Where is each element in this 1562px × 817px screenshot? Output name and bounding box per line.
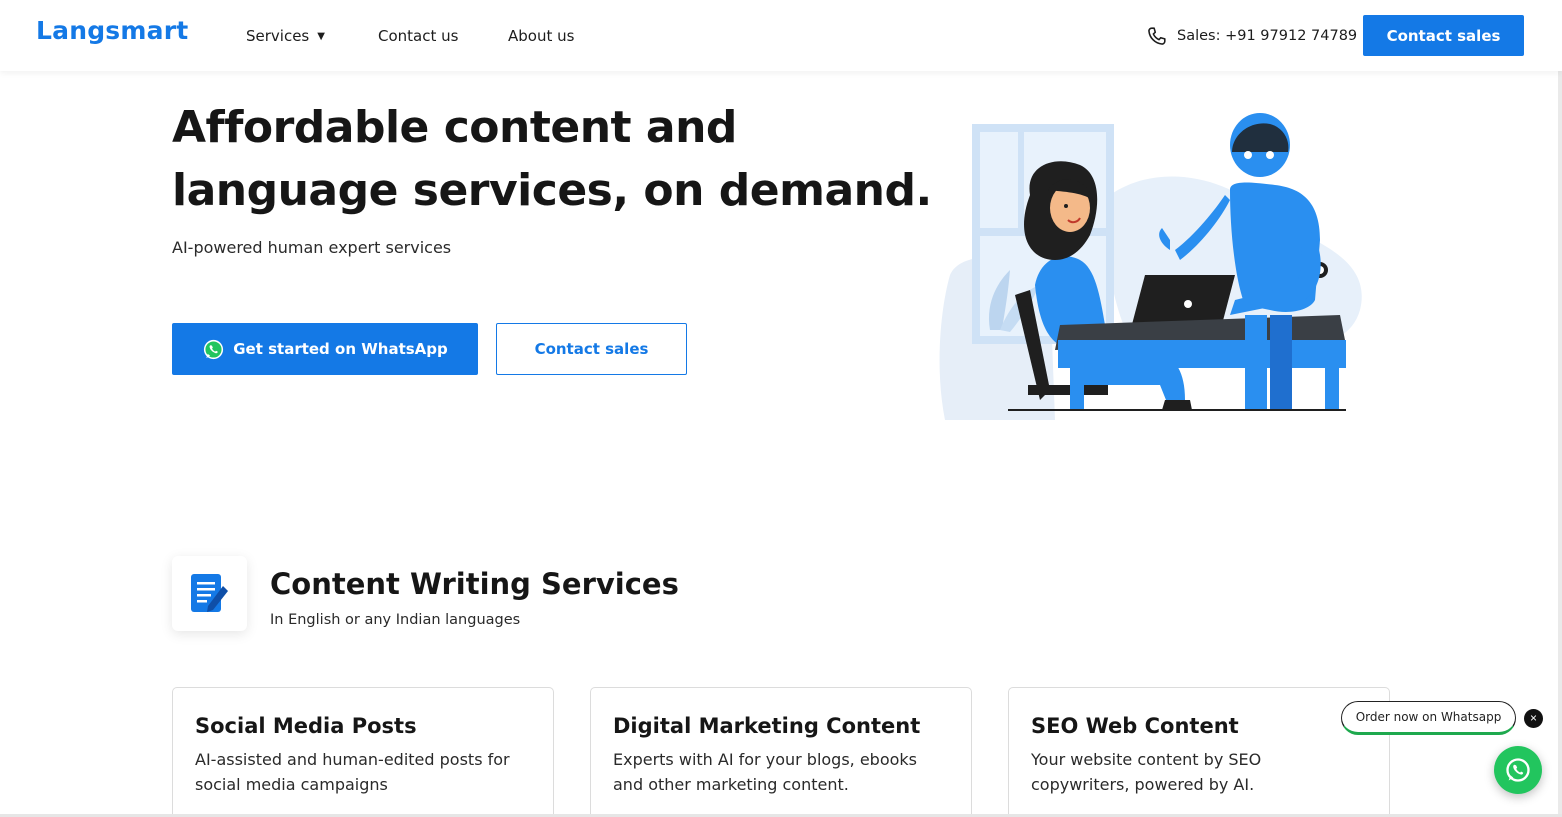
hero-title-line1: Affordable content and xyxy=(172,102,737,153)
card-description: Experts with AI for your blogs, ebooks a… xyxy=(613,750,918,794)
nav-services-label: Services xyxy=(246,27,310,45)
hero-title: Affordable content and language services… xyxy=(172,96,932,222)
card-title: Digital Marketing Content xyxy=(613,714,921,738)
nav-about-us[interactable]: About us xyxy=(508,27,574,45)
logo[interactable]: Langsmart xyxy=(36,16,188,45)
order-on-whatsapp-pill[interactable]: Order now on Whatsapp xyxy=(1341,701,1516,735)
phone-text: Sales: +91 97912 74789 xyxy=(1177,28,1358,44)
card-description: AI-assisted and human-edited posts for s… xyxy=(195,750,510,794)
caret-down-icon: ▼ xyxy=(317,31,325,42)
content-writing-icon-box xyxy=(172,556,247,631)
document-icon xyxy=(190,573,228,612)
card-description: Your website content by SEO copywriters,… xyxy=(1031,750,1262,794)
hero-contact-sales-button[interactable]: Contact sales xyxy=(496,323,687,375)
hero-title-line2: language services, on demand. xyxy=(172,165,932,216)
card-title: Social Media Posts xyxy=(195,714,417,738)
section-subtitle: In English or any Indian languages xyxy=(270,612,521,628)
whatsapp-chat-button[interactable] xyxy=(1494,746,1542,794)
hero-illustration xyxy=(939,113,1362,420)
site-header: Langsmart Services ▼ Contact us About us … xyxy=(0,0,1562,71)
service-card-digital-marketing[interactable]: Digital Marketing Content Experts with A… xyxy=(590,687,972,817)
scrollbar[interactable] xyxy=(1558,0,1562,817)
get-started-whatsapp-label: Get started on WhatsApp xyxy=(233,340,448,358)
whatsapp-icon xyxy=(204,339,224,359)
phone-icon xyxy=(1148,26,1166,45)
service-card-seo-web[interactable]: SEO Web Content Your website content by … xyxy=(1008,687,1390,817)
nav-contact-us[interactable]: Contact us xyxy=(378,27,458,45)
nav-services[interactable]: Services ▼ xyxy=(246,27,325,45)
header-contact-sales-button[interactable]: Contact sales xyxy=(1363,15,1524,56)
service-card-social-media[interactable]: Social Media Posts AI-assisted and human… xyxy=(172,687,554,817)
close-icon[interactable]: × xyxy=(1524,709,1543,728)
whatsapp-icon xyxy=(1506,758,1530,782)
get-started-whatsapp-button[interactable]: Get started on WhatsApp xyxy=(172,323,478,375)
hero-subtitle: AI-powered human expert services xyxy=(172,238,452,257)
section-title: Content Writing Services xyxy=(270,567,679,601)
card-title: SEO Web Content xyxy=(1031,714,1239,738)
sales-phone[interactable]: Sales: +91 97912 74789 xyxy=(1146,25,1357,47)
